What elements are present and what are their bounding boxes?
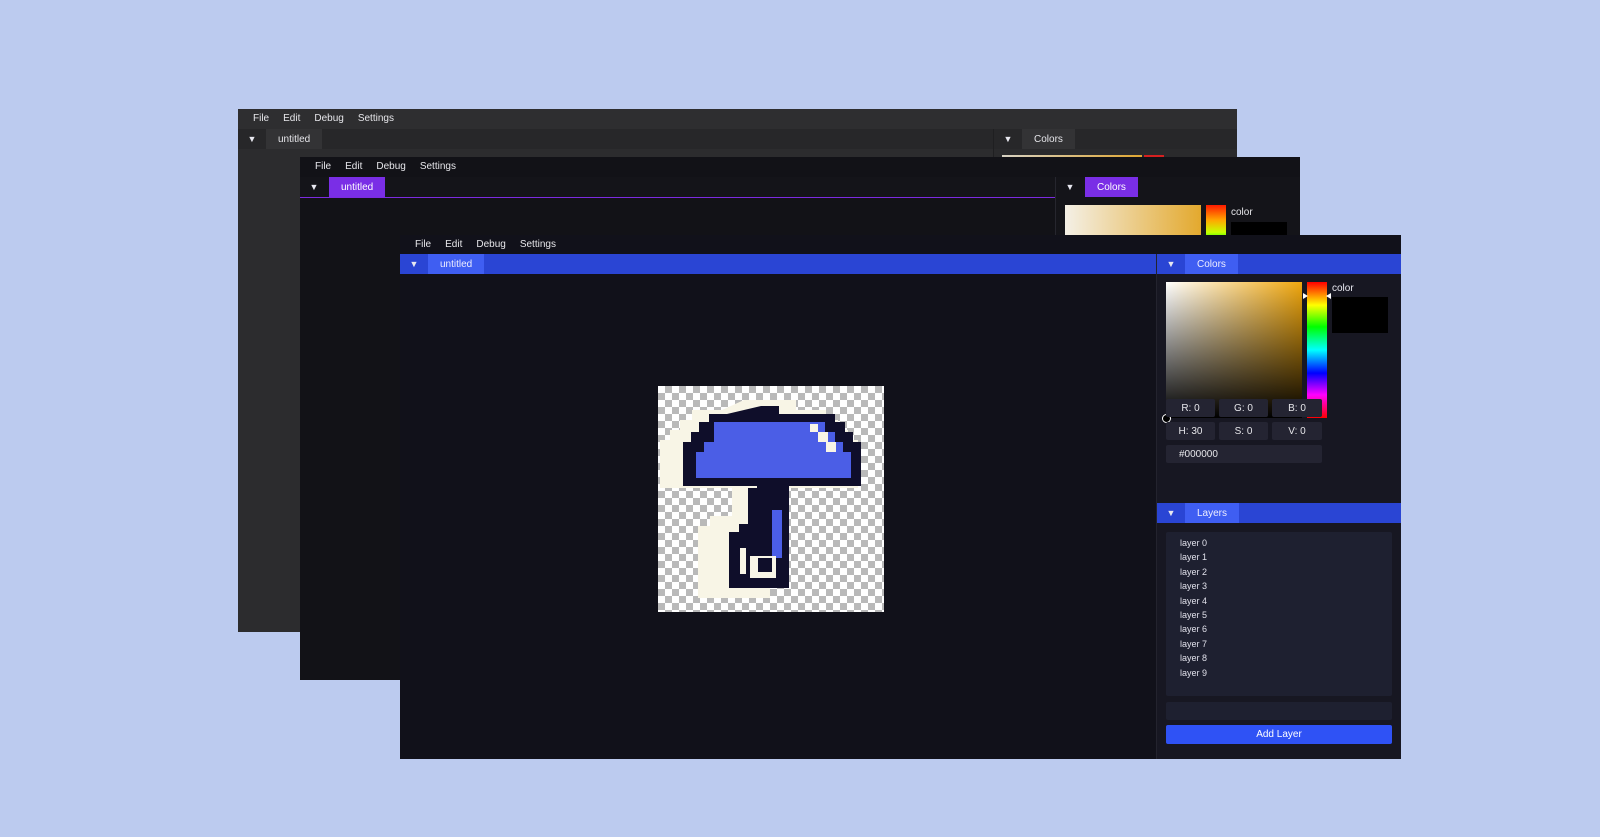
list-item[interactable]: layer 6 [1166,622,1392,636]
color-label: color [1231,207,1253,218]
tab-colors[interactable]: Colors [1085,177,1138,197]
tab-colors[interactable]: Colors [1022,129,1075,149]
colors-tab-bar: ▼ Colors [1157,254,1401,274]
hex-field[interactable]: #000000 [1166,445,1322,463]
side-panel: ▼ Colors color R: 0 G: 0 B: 0 H: 30 S: 0… [1156,254,1401,759]
value-field[interactable]: V: 0 [1272,422,1322,440]
menu-settings[interactable]: Settings [413,157,463,177]
saturation-field[interactable]: S: 0 [1219,422,1268,440]
dropdown-icon[interactable]: ▼ [994,129,1022,149]
dropdown-icon[interactable]: ▼ [238,129,266,149]
green-field[interactable]: G: 0 [1219,399,1268,417]
colors-tab-bar: ▼ Colors [1056,177,1300,197]
menu-bar: File Edit Debug Settings [300,157,1300,177]
menu-file[interactable]: File [408,235,438,254]
pixel-canvas[interactable] [658,386,884,612]
hue-handle-icon[interactable] [1303,293,1331,299]
menu-bar: File Edit Debug Settings [238,109,1237,129]
tab-layers[interactable]: Layers [1185,503,1240,523]
tab-colors[interactable]: Colors [1185,254,1238,274]
list-item[interactable]: layer 8 [1166,651,1392,665]
colors-tab-bar: ▼ Colors [994,129,1237,149]
red-field[interactable]: R: 0 [1166,399,1215,417]
menu-file[interactable]: File [308,157,338,177]
dropdown-icon[interactable]: ▼ [1157,254,1185,274]
list-item[interactable]: layer 1 [1166,550,1392,564]
dropdown-icon[interactable]: ▼ [400,254,428,274]
list-item[interactable]: layer 0 [1166,536,1392,550]
editor-window-blue-theme: File Edit Debug Settings ▼ untitled ▼ Co… [400,235,1401,759]
menu-settings[interactable]: Settings [351,109,401,129]
menu-debug[interactable]: Debug [469,235,512,254]
menu-debug[interactable]: Debug [307,109,350,129]
layer-name-input[interactable] [1166,702,1392,720]
color-swatch [1332,297,1388,333]
list-item[interactable]: layer 7 [1166,637,1392,651]
list-item[interactable]: layer 4 [1166,594,1392,608]
menu-edit[interactable]: Edit [338,157,369,177]
list-item[interactable]: layer 5 [1166,608,1392,622]
hue-slider[interactable] [1307,282,1327,418]
menu-bar: File Edit Debug Settings [400,235,1401,254]
menu-edit[interactable]: Edit [438,235,469,254]
dropdown-icon[interactable]: ▼ [1157,503,1185,523]
canvas-area[interactable] [400,274,1156,759]
dropdown-icon[interactable]: ▼ [1056,177,1084,197]
tab-untitled[interactable]: untitled [428,254,485,274]
tab-untitled[interactable]: untitled [266,129,323,149]
list-item[interactable]: layer 2 [1166,565,1392,579]
menu-debug[interactable]: Debug [369,157,412,177]
add-layer-button[interactable]: Add Layer [1166,725,1392,744]
hue-slider[interactable] [1206,205,1226,239]
color-label: color [1332,283,1354,294]
menu-file[interactable]: File [246,109,276,129]
hue-field[interactable]: H: 30 [1166,422,1215,440]
menu-settings[interactable]: Settings [513,235,563,254]
list-item[interactable]: layer 3 [1166,579,1392,593]
dropdown-icon[interactable]: ▼ [300,177,328,197]
umbrella-sprite-icon [660,400,861,598]
layers-tab-bar: ▼ Layers [1157,503,1401,523]
layer-list: layer 0 layer 1 layer 2 layer 3 layer 4 … [1166,532,1392,696]
list-item[interactable]: layer 9 [1166,666,1392,680]
saturation-value-picker[interactable] [1166,282,1302,418]
layers-panel: ▼ Layers layer 0 layer 1 layer 2 layer 3… [1157,503,1401,759]
tab-untitled[interactable]: untitled [329,177,386,197]
saturation-value-picker[interactable] [1065,205,1201,239]
menu-edit[interactable]: Edit [276,109,307,129]
blue-field[interactable]: B: 0 [1272,399,1322,417]
